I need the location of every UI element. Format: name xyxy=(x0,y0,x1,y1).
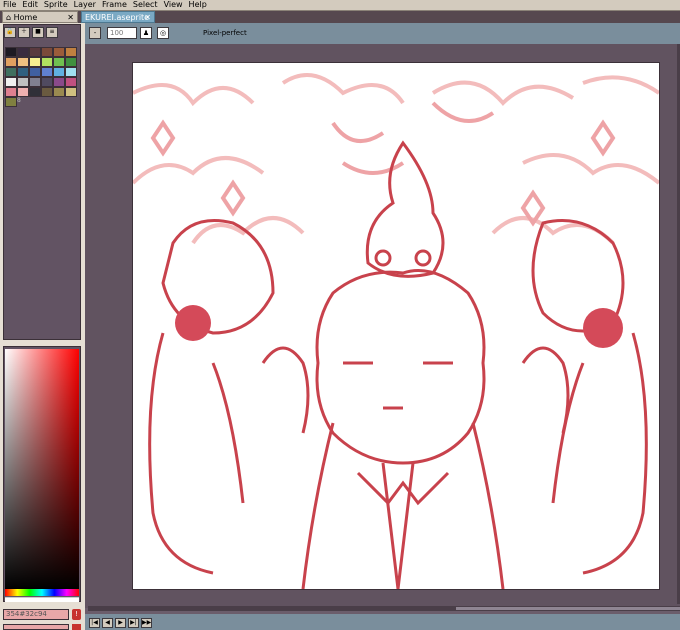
palette-swatch[interactable] xyxy=(17,47,29,57)
palette-swatch[interactable] xyxy=(5,67,17,77)
palette-swatch[interactable] xyxy=(5,47,17,57)
palette-swatch[interactable] xyxy=(29,57,41,67)
palette-swatch[interactable] xyxy=(41,67,53,77)
menu-layer[interactable]: Layer xyxy=(71,0,99,10)
brush-icon[interactable]: ♟ xyxy=(140,27,152,39)
home-icon: ⌂ xyxy=(6,13,12,22)
palette-swatch[interactable] xyxy=(53,87,65,97)
palette-swatch[interactable] xyxy=(41,57,53,67)
menu-sprite[interactable]: Sprite xyxy=(41,0,71,10)
close-icon[interactable]: ✕ xyxy=(67,12,74,23)
palette-swatch[interactable] xyxy=(41,77,53,87)
palette-swatch[interactable] xyxy=(41,87,53,97)
scrollbar-thumb[interactable] xyxy=(456,607,680,610)
warning-icon[interactable] xyxy=(72,624,81,630)
tab-home-label: Home xyxy=(13,13,38,22)
palette-swatch[interactable] xyxy=(5,77,17,87)
menu-frame[interactable]: Frame xyxy=(99,0,130,10)
tab-home[interactable]: ⌂ Home ✕ xyxy=(2,11,78,23)
color-spectrum[interactable] xyxy=(5,349,79,589)
palette-swatch[interactable] xyxy=(17,57,29,67)
menu-help[interactable]: Help xyxy=(186,0,210,10)
bg-color-field[interactable] xyxy=(3,624,69,630)
palette-swatch[interactable] xyxy=(53,77,65,87)
dash-icon[interactable]: - xyxy=(89,27,101,39)
close-icon[interactable]: ✕ xyxy=(144,12,151,23)
palette-toolbar: 🔒 ＋ ■ ≡ xyxy=(4,27,58,38)
palette-swatch[interactable] xyxy=(17,67,29,77)
palette-swatch[interactable] xyxy=(5,87,17,97)
palette-swatch[interactable] xyxy=(53,47,65,57)
pixel-perfect-label[interactable]: Pixel-perfect xyxy=(203,29,247,37)
color-square-icon[interactable]: ■ xyxy=(32,27,44,38)
palette-swatch[interactable] xyxy=(29,67,41,77)
prev-frame-button[interactable]: ◀ xyxy=(102,618,113,628)
menu-edit[interactable]: Edit xyxy=(19,0,41,10)
next-frame-button[interactable]: ▶| xyxy=(128,618,139,628)
menu-view[interactable]: View xyxy=(161,0,186,10)
palette-extra-label: 8 xyxy=(17,97,21,104)
tabs-bar: ⌂ Home ✕ EKUREI.aseprite ✕ xyxy=(0,11,680,23)
menu-icon[interactable]: ≡ xyxy=(46,27,58,38)
palette-swatches: 8 xyxy=(5,47,77,107)
palette-swatch[interactable] xyxy=(65,47,77,57)
menu-select[interactable]: Select xyxy=(130,0,161,10)
palette-swatch[interactable] xyxy=(65,87,77,97)
add-color-icon[interactable]: ＋ xyxy=(18,27,30,38)
palette-swatch[interactable] xyxy=(65,57,77,67)
palette-swatch[interactable] xyxy=(53,67,65,77)
color-hex-field[interactable]: 354#32c94 xyxy=(3,609,69,620)
status-bar: |◀ ◀ ▶ ▶| ▶▶ xyxy=(85,614,680,630)
brush-size-field[interactable]: 100 xyxy=(107,27,137,39)
palette-swatch[interactable] xyxy=(41,47,53,57)
palette-swatch[interactable] xyxy=(17,87,29,97)
palette-swatch[interactable] xyxy=(53,57,65,67)
palette-swatch[interactable] xyxy=(17,77,29,87)
last-frame-button[interactable]: ▶▶ xyxy=(141,618,152,628)
tab-file[interactable]: EKUREI.aseprite ✕ xyxy=(81,11,155,23)
palette-swatch[interactable] xyxy=(65,67,77,77)
palette-swatch[interactable] xyxy=(29,87,41,97)
palette-swatch[interactable] xyxy=(29,47,41,57)
play-button[interactable]: ▶ xyxy=(115,618,126,628)
menu-file[interactable]: File xyxy=(0,0,19,10)
warning-icon[interactable]: ! xyxy=(72,609,81,620)
hue-slider[interactable] xyxy=(5,589,79,596)
tab-file-label: EKUREI.aseprite xyxy=(85,13,150,22)
palette-swatch[interactable] xyxy=(5,57,17,67)
onion-skin-icon[interactable]: ◎ xyxy=(157,27,169,39)
lock-icon[interactable]: 🔒 xyxy=(4,27,16,38)
palette-swatch[interactable] xyxy=(29,77,41,87)
alpha-slider[interactable] xyxy=(5,597,79,602)
first-frame-button[interactable]: |◀ xyxy=(89,618,100,628)
pixel-art-illustration xyxy=(133,73,659,589)
palette-swatch[interactable] xyxy=(65,77,77,87)
canvas-workspace xyxy=(85,44,680,608)
palette-swatch[interactable] xyxy=(5,97,17,107)
sprite-canvas[interactable] xyxy=(132,62,660,590)
menu-bar: File Edit Sprite Layer Frame Select View… xyxy=(0,0,680,11)
context-bar: - 100 ♟ ◎ Pixel-perfect xyxy=(85,23,680,44)
